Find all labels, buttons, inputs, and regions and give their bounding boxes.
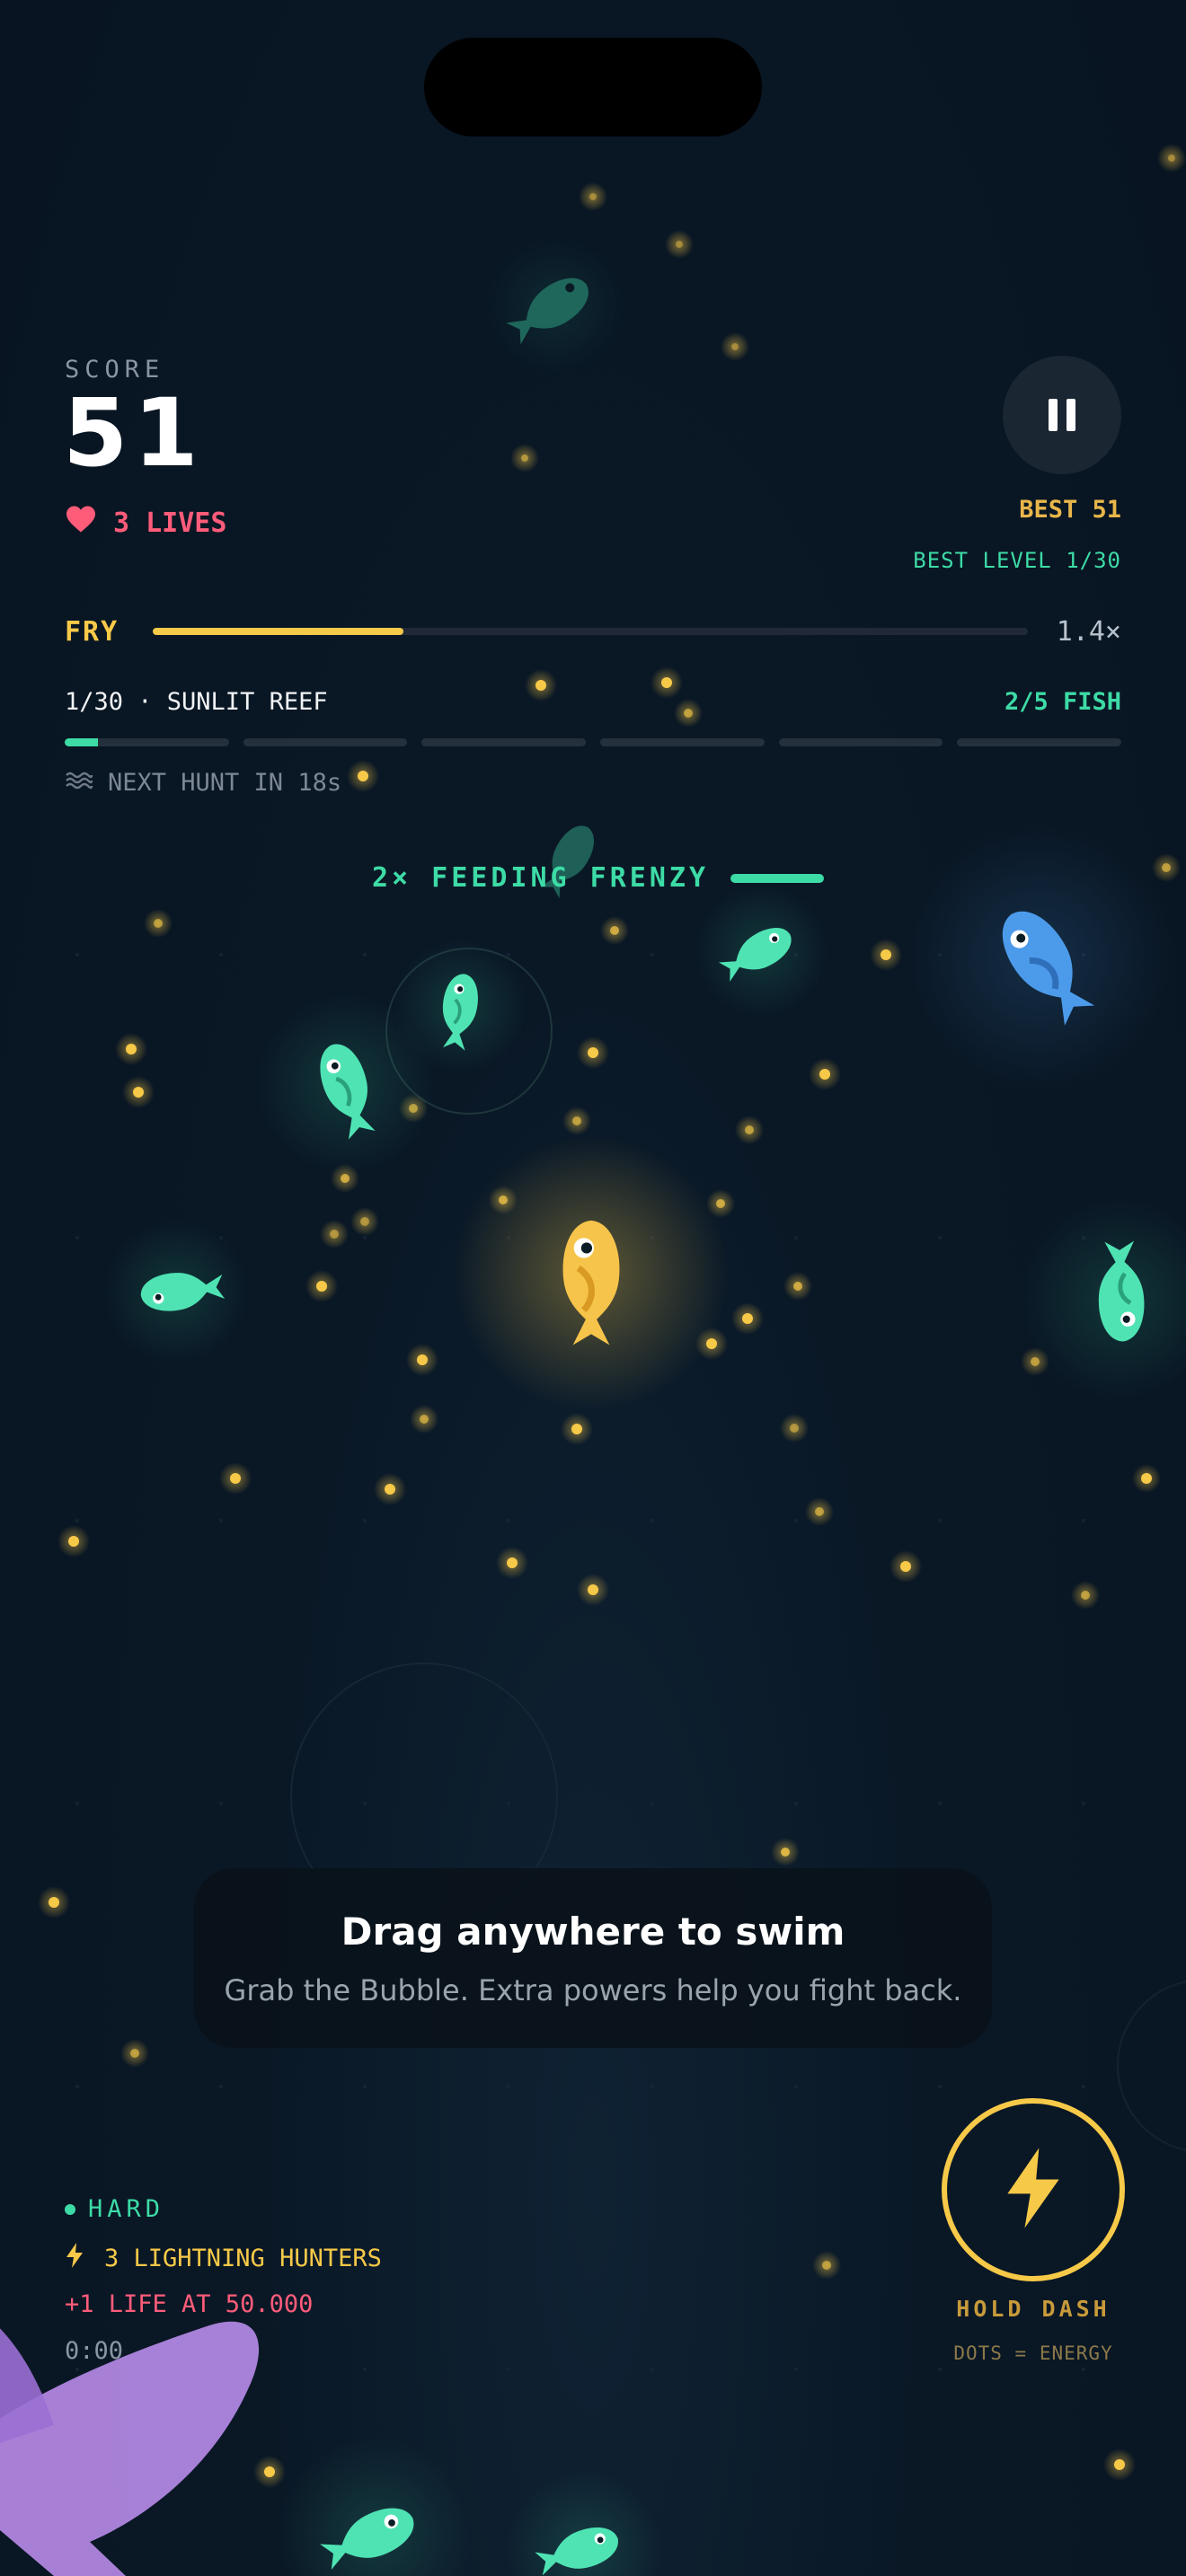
game-timer: 0:00 bbox=[65, 2337, 124, 2365]
hunters-text: 3 LIGHTNING HUNTERS bbox=[104, 2245, 382, 2272]
dim-fish bbox=[483, 234, 627, 377]
green-fish bbox=[102, 1218, 250, 1365]
best-score: BEST 51 bbox=[1019, 496, 1121, 524]
hint-card: Drag anywhere to swim Grab the Bubble. E… bbox=[194, 1868, 992, 2048]
dynamic-island bbox=[424, 38, 762, 137]
hint-title: Drag anywhere to swim bbox=[341, 1910, 845, 1954]
pause-icon bbox=[1067, 399, 1075, 431]
dash-label: HOLD DASH bbox=[956, 2296, 1111, 2322]
difficulty: HARD bbox=[65, 2195, 164, 2223]
rank-name: FRY bbox=[65, 616, 119, 648]
rank-progress-fill bbox=[153, 628, 403, 635]
lightning-icon bbox=[1002, 2145, 1065, 2235]
difficulty-dot bbox=[65, 2203, 75, 2215]
green-fish bbox=[277, 2436, 474, 2576]
predator-fish bbox=[0, 2321, 260, 2576]
best-level: BEST LEVEL 1/30 bbox=[913, 548, 1121, 573]
next-hunt: NEXT HUNT IN 18s bbox=[65, 769, 341, 797]
lives-indicator: 3 LIVES bbox=[65, 505, 226, 541]
fish-count: 2/5 FISH bbox=[1004, 688, 1121, 716]
bubble-ring bbox=[1117, 1981, 1186, 2151]
difficulty-text: HARD bbox=[88, 2195, 165, 2223]
waves-icon bbox=[65, 769, 93, 797]
score-value: 51 bbox=[63, 378, 204, 488]
heart-icon bbox=[65, 505, 97, 541]
score-multiplier: 1.4× bbox=[1056, 616, 1121, 648]
feeding-frenzy-banner: 2× FEEDING FRENZY bbox=[372, 862, 825, 894]
level-segment bbox=[65, 738, 229, 746]
level-segments bbox=[65, 738, 1122, 746]
pause-icon bbox=[1049, 399, 1058, 431]
green-fish bbox=[504, 2469, 664, 2576]
lives-text: 3 LIVES bbox=[113, 507, 227, 539]
player-fish[interactable] bbox=[454, 1136, 729, 1411]
hint-subtitle: Grab the Bubble. Extra powers help you f… bbox=[224, 1973, 962, 2007]
level-segment bbox=[243, 738, 408, 746]
pause-button[interactable] bbox=[1003, 356, 1121, 474]
dash-hint: DOTS = ENERGY bbox=[953, 2342, 1113, 2364]
hunters-info: 3 LIGHTNING HUNTERS bbox=[65, 2242, 382, 2275]
level-segment bbox=[778, 738, 943, 746]
dash-button[interactable] bbox=[942, 2098, 1125, 2281]
blue-fish bbox=[906, 823, 1175, 1092]
rank-progress-bar bbox=[153, 628, 1028, 635]
extra-life-goal: +1 LIFE AT 50.000 bbox=[65, 2290, 314, 2318]
level-segment bbox=[421, 738, 587, 746]
frenzy-timer-bar bbox=[730, 873, 825, 883]
lightning-icon bbox=[65, 2242, 84, 2275]
frenzy-label: 2× FEEDING FRENZY bbox=[372, 862, 710, 894]
next-hunt-text: NEXT HUNT IN 18s bbox=[108, 769, 342, 797]
level-segment-fill bbox=[65, 738, 98, 746]
level-segment bbox=[600, 738, 765, 746]
level-segment bbox=[957, 738, 1122, 746]
level-label: 1/30 · SUNLIT REEF bbox=[65, 688, 328, 716]
